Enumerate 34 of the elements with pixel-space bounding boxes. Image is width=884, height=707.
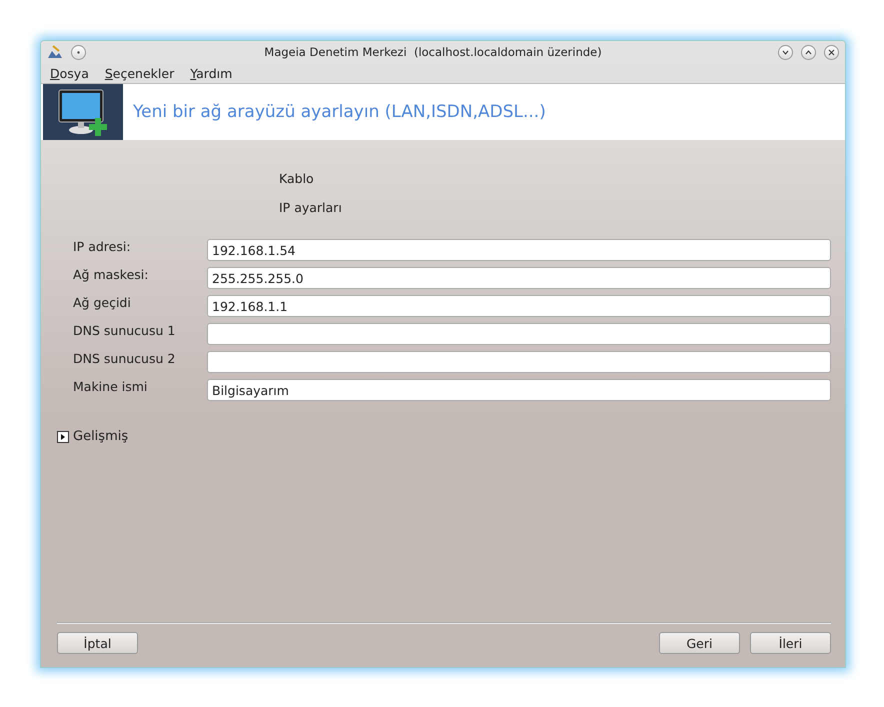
section-title: IP ayarları (279, 200, 343, 215)
maximize-button[interactable] (801, 44, 816, 60)
input-field[interactable] (207, 351, 831, 373)
cancel-button[interactable]: İptal (57, 632, 138, 654)
field-label: DNS sunucusu 1 (73, 323, 176, 338)
dot-icon (77, 50, 80, 54)
back-button[interactable]: Geri (659, 632, 740, 654)
input-field[interactable]: 192.168.1.1 (207, 295, 831, 317)
advanced-label[interactable]: Gelişmiş (73, 429, 128, 444)
field-label: Makine ismi (73, 379, 148, 394)
window-title: Mageia Denetim Merkezi (localhost.localdomain üzerinde) (263, 45, 603, 59)
chevron-down-icon (782, 50, 789, 54)
expander-icon[interactable] (57, 430, 69, 442)
input-field[interactable]: 255.255.255.0 (207, 267, 831, 289)
chevron-up-icon (805, 50, 812, 54)
close-button[interactable] (824, 44, 839, 60)
field-label: Ağ geçidi (73, 295, 132, 310)
close-icon (828, 48, 835, 56)
menu-item[interactable]: Seçenekler (104, 66, 174, 80)
connection-type: Kablo (279, 171, 315, 186)
field-label: IP adresi: (73, 239, 132, 254)
menu-item[interactable]: Dosya (50, 66, 89, 80)
input-field[interactable]: Bilgisayarım (207, 379, 831, 401)
header-title: Yeni bir ağ arayüzü ayarlayın (LAN,ISDN,ADSL...) (133, 102, 546, 122)
field-label: DNS sunucusu 2 (73, 351, 176, 366)
input-field[interactable] (207, 323, 831, 345)
field-label: Ağ maskesi: (73, 267, 150, 282)
menu-item[interactable]: Yardım (190, 66, 232, 80)
input-field[interactable]: 192.168.1.54 (207, 239, 831, 261)
pin-button[interactable] (71, 44, 86, 60)
next-button[interactable]: İleri (750, 632, 831, 654)
minimize-button[interactable] (778, 44, 793, 60)
monitor-plus-icon (57, 88, 109, 136)
app-icon (47, 45, 63, 59)
